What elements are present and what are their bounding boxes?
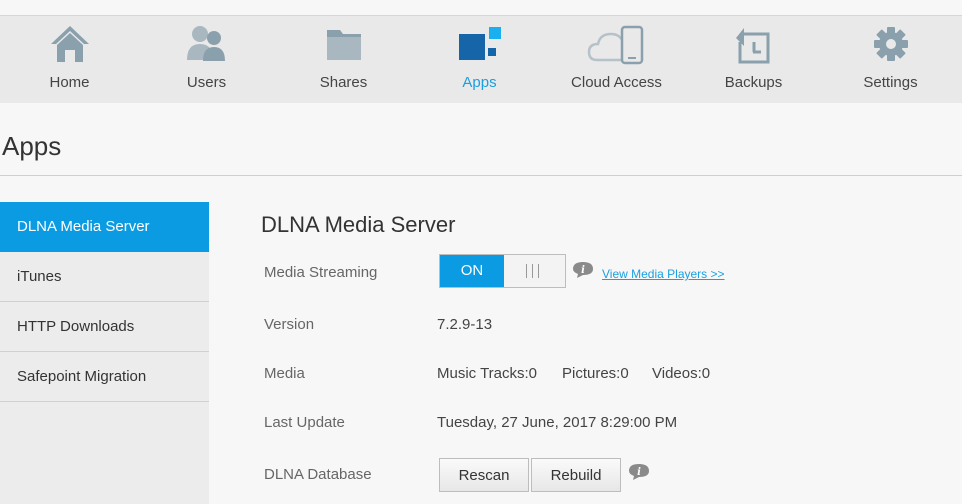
title-divider [0,175,962,176]
apps-icon [411,24,548,70]
nav-label-home: Home [49,74,90,91]
nav-item-cloud-access[interactable]: Cloud Access [548,16,685,104]
database-info-icon[interactable]: i [629,464,649,480]
users-icon [138,24,275,70]
nav-label-apps: Apps [462,74,497,91]
page-title: Apps [2,131,62,161]
media-streaming-toggle[interactable]: ON [439,254,566,288]
nav-label-backups: Backups [724,74,783,91]
backup-icon [685,24,822,70]
nav-item-apps[interactable]: Apps [411,16,548,104]
nav-label-settings: Settings [863,74,918,91]
sidebar-item-itunes[interactable]: iTunes [0,252,209,302]
version-value: 7.2.9-13 [437,316,493,333]
media-label: Media [264,365,305,382]
nav-label-cloud-access: Cloud Access [571,74,662,91]
pictures-count: Pictures:0 [562,365,629,382]
music-tracks-count: Music Tracks:0 [437,365,538,382]
view-media-players-link[interactable]: View Media Players >> [602,267,725,281]
nav-label-shares: Shares [319,74,368,91]
nav-item-shares[interactable]: Shares [275,16,412,104]
sidebar-item-safepoint-migration[interactable]: Safepoint Migration [0,352,209,402]
sidebar-item-dlna-media-server[interactable]: DLNA Media Server [0,202,209,252]
nav-item-home[interactable]: Home [1,16,138,104]
version-label: Version [264,316,315,333]
rescan-button[interactable]: Rescan [439,458,529,492]
sidebar-item-http-downloads[interactable]: HTTP Downloads [0,302,209,352]
toggle-grip-icon [526,264,540,278]
cloud-device-icon [548,24,685,70]
dlna-database-label: DLNA Database [264,466,372,483]
nav-item-backups[interactable]: Backups [685,16,822,104]
section-title: DLNA Media Server [261,212,456,237]
toggle-on-state: ON [440,255,504,287]
svg-text:i: i [581,265,585,276]
folder-icon [275,24,412,70]
media-streaming-label: Media Streaming [264,264,378,281]
info-icon[interactable]: i [573,262,593,278]
last-update-value: Tuesday, 27 June, 2017 8:29:00 PM [437,414,678,431]
home-icon [1,24,138,70]
apps-sidebar: DLNA Media Server iTunes HTTP Downloads … [0,202,209,504]
nav-item-settings[interactable]: Settings [822,16,959,104]
last-update-label: Last Update [264,414,345,431]
top-navigation: Home Users Shares Apps Cloud Access Back… [0,15,962,103]
videos-count: Videos:0 [652,365,711,382]
nav-item-users[interactable]: Users [138,16,275,104]
rebuild-button[interactable]: Rebuild [531,458,621,492]
gear-icon [822,24,959,70]
nav-label-users: Users [186,74,227,91]
svg-text:i: i [637,467,641,478]
